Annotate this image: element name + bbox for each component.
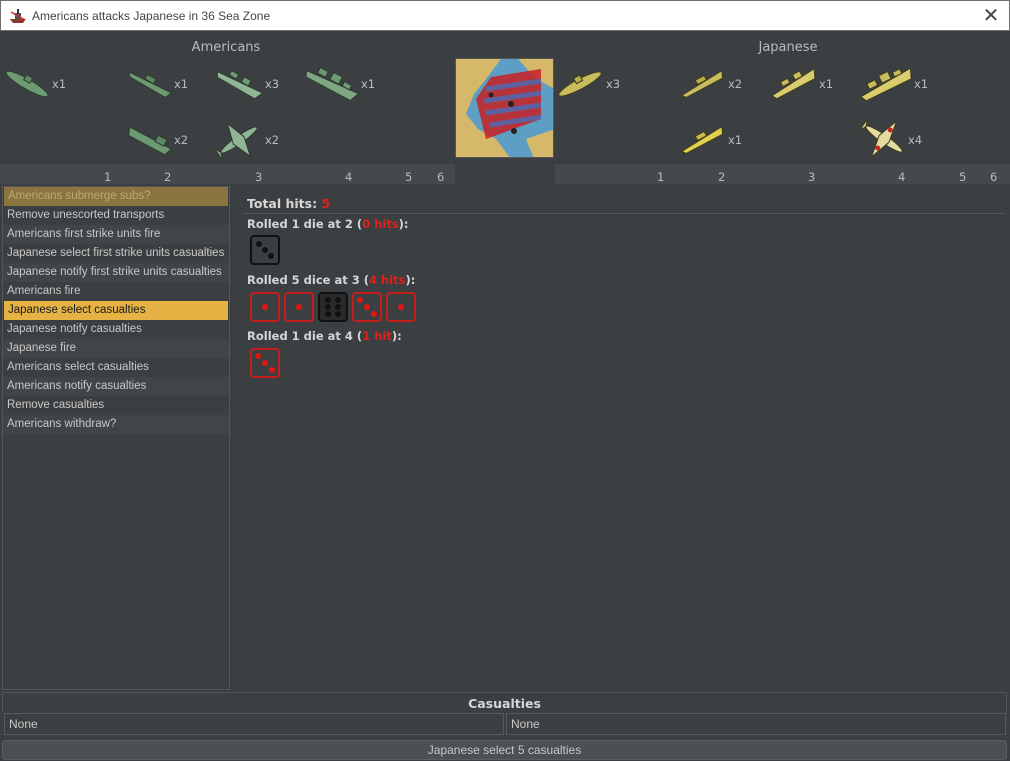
step-item[interactable]: Remove unescorted transports bbox=[3, 206, 229, 225]
roll-summary: Rolled 1 die at 4 (1 hit): bbox=[247, 329, 402, 343]
step-item[interactable]: Americans withdraw? bbox=[3, 415, 229, 434]
step-item[interactable]: Japanese notify casualties bbox=[3, 320, 229, 339]
submarine-icon bbox=[558, 71, 602, 97]
roll-hits: 1 hit bbox=[362, 329, 392, 343]
attacker-title: Americans bbox=[191, 40, 261, 55]
die-face-3 bbox=[250, 348, 280, 378]
step-item[interactable]: Japanese select first strike units casua… bbox=[3, 244, 229, 263]
unit-count: x2 bbox=[174, 133, 189, 147]
die-face-3 bbox=[250, 235, 280, 265]
step-item-active[interactable]: Japanese select casualties bbox=[4, 301, 228, 320]
defender-casualties: None bbox=[506, 713, 1006, 735]
roll-suffix: ): bbox=[405, 273, 416, 287]
battleship-icon bbox=[860, 67, 912, 102]
die-face-1 bbox=[386, 292, 416, 322]
unit-count: x1 bbox=[174, 77, 189, 91]
roll-suffix: ): bbox=[398, 217, 409, 231]
defender-dice-col-6: 6 bbox=[990, 170, 998, 184]
attacker-unit[interactable]: x1 bbox=[0, 62, 90, 112]
defender-dice-col-1: 1 bbox=[657, 170, 665, 184]
casualties-panel: Casualties None None bbox=[2, 692, 1007, 737]
unit-count: x1 bbox=[914, 77, 929, 91]
step-item[interactable]: Japanese fire bbox=[3, 339, 229, 358]
submarine-icon bbox=[5, 70, 49, 98]
step-item[interactable]: Americans fire bbox=[3, 282, 229, 301]
sea-zone-map-icon bbox=[455, 58, 554, 158]
defender-dice-col-5: 5 bbox=[959, 170, 967, 184]
unit-count: x1 bbox=[361, 77, 376, 91]
roll-suffix: ): bbox=[391, 329, 402, 343]
attacker-dice-col-5: 5 bbox=[405, 170, 413, 184]
attacker-unit[interactable]: x2 bbox=[212, 118, 302, 168]
destroyer-icon bbox=[680, 69, 724, 98]
roll-summary: Rolled 1 die at 2 (0 hits): bbox=[247, 217, 409, 231]
destroyer-icon bbox=[680, 125, 724, 154]
die-face-1 bbox=[284, 292, 314, 322]
total-hits-label: Total hits: bbox=[247, 196, 318, 211]
fighter-icon bbox=[859, 118, 903, 159]
roll-prefix: Rolled 1 die at 4 ( bbox=[247, 329, 363, 343]
roll-hits: 0 hits bbox=[362, 217, 399, 231]
step-item[interactable]: Americans notify casualties bbox=[3, 377, 229, 396]
select-casualties-button[interactable]: Japanese select 5 casualties bbox=[2, 740, 1007, 760]
step-item[interactable]: Americans select casualties bbox=[3, 358, 229, 377]
step-item[interactable]: Americans submerge subs? bbox=[4, 187, 228, 206]
roll-prefix: Rolled 5 dice at 3 ( bbox=[247, 273, 369, 287]
roll-prefix: Rolled 1 die at 2 ( bbox=[247, 217, 363, 231]
defender-dice-col-2: 2 bbox=[718, 170, 726, 184]
total-hits: Total hits: 5 bbox=[247, 196, 330, 211]
attacker-dice-col-4: 4 bbox=[345, 170, 353, 184]
step-item[interactable]: Americans first strike units fire bbox=[3, 225, 229, 244]
attacker-dice-col-1: 1 bbox=[104, 170, 112, 184]
defender-dice-col-4: 4 bbox=[898, 170, 906, 184]
roll-summary: Rolled 5 dice at 3 (4 hits): bbox=[247, 273, 415, 287]
unit-count: x4 bbox=[908, 133, 923, 147]
attacker-unit[interactable]: x3 bbox=[212, 62, 302, 112]
defender-title: Japanese bbox=[758, 40, 818, 55]
unit-count: x2 bbox=[728, 77, 743, 91]
close-icon[interactable]: ✕ bbox=[979, 4, 1003, 28]
defender-dice-col-3: 3 bbox=[808, 170, 816, 184]
unit-count: x3 bbox=[606, 77, 621, 91]
attacker-unit[interactable]: x1 bbox=[123, 62, 213, 112]
window-title: Americans attacks Japanese in 36 Sea Zon… bbox=[32, 9, 271, 23]
transport-icon bbox=[128, 126, 173, 156]
cruiser-icon bbox=[770, 67, 816, 100]
battleship-icon bbox=[305, 66, 360, 102]
total-hits-value: 5 bbox=[321, 196, 331, 211]
unit-count: x3 bbox=[265, 77, 280, 91]
attacker-dice-col-3: 3 bbox=[255, 170, 263, 184]
attacker-unit[interactable]: x2 bbox=[123, 118, 213, 168]
roll-hits: 4 hits bbox=[369, 273, 406, 287]
defender-dice-strip bbox=[555, 164, 1010, 184]
fighter-icon bbox=[214, 122, 258, 161]
cruiser-icon bbox=[216, 69, 264, 100]
unit-count: x1 bbox=[728, 133, 743, 147]
attacker-dice-col-2: 2 bbox=[164, 170, 172, 184]
defender-unit[interactable]: x2 bbox=[676, 62, 766, 112]
divider bbox=[242, 213, 1006, 214]
casualties-title: Casualties bbox=[2, 692, 1007, 713]
attacker-dice-col-6: 6 bbox=[437, 170, 445, 184]
dice-results-panel: Total hits: 5 Rolled 1 die at 2 (0 hits)… bbox=[230, 186, 1006, 690]
defender-unit[interactable]: x3 bbox=[553, 62, 643, 112]
unit-count: x1 bbox=[819, 77, 834, 91]
unit-count: x2 bbox=[265, 133, 280, 147]
die-face-3 bbox=[352, 292, 382, 322]
defender-unit[interactable]: x1 bbox=[767, 62, 857, 112]
battle-ship-icon bbox=[10, 9, 26, 23]
destroyer-icon bbox=[128, 71, 173, 99]
title-bar: Americans attacks Japanese in 36 Sea Zon… bbox=[0, 0, 1010, 31]
defender-unit[interactable]: x1 bbox=[676, 118, 766, 168]
step-item[interactable]: Japanese notify first strike units casua… bbox=[3, 263, 229, 282]
unit-count: x1 bbox=[52, 77, 67, 91]
die-face-6 bbox=[318, 292, 348, 322]
step-item[interactable]: Remove casualties bbox=[3, 396, 229, 415]
attacker-unit[interactable]: x1 bbox=[302, 62, 392, 112]
defender-unit[interactable]: x4 bbox=[857, 114, 947, 164]
attacker-casualties: None bbox=[4, 713, 504, 735]
defender-unit[interactable]: x1 bbox=[857, 62, 947, 112]
die-face-1 bbox=[250, 292, 280, 322]
battle-steps-list[interactable]: Americans submerge subs? Remove unescort… bbox=[2, 186, 230, 690]
